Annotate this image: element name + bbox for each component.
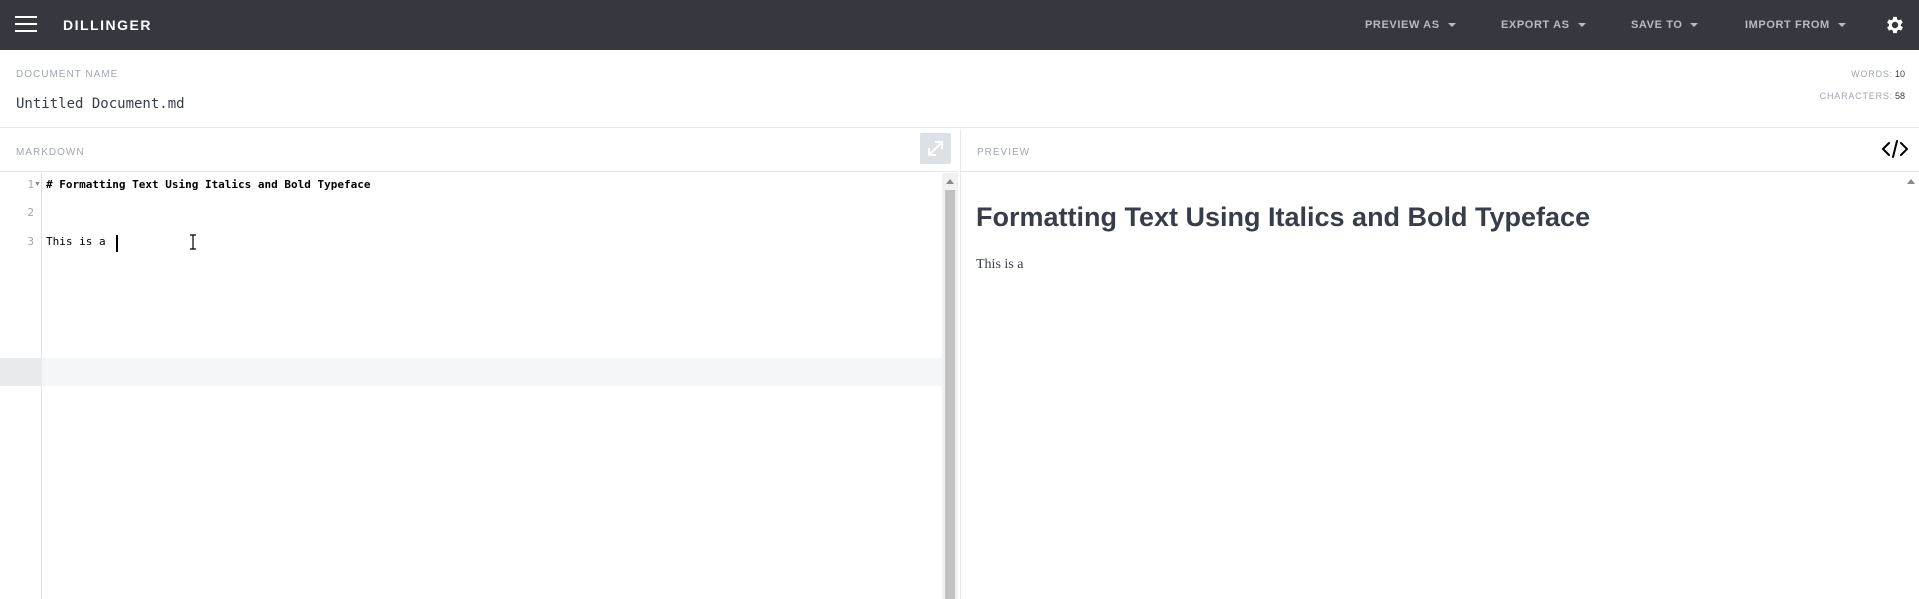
caret-down-icon: [1690, 23, 1699, 27]
export-as-menu[interactable]: EXPORT AS: [1501, 19, 1586, 31]
import-from-label: IMPORT FROM: [1745, 19, 1830, 31]
gear-icon[interactable]: [1884, 14, 1906, 36]
preview-paragraph: This is a: [976, 257, 1024, 272]
export-as-label: EXPORT AS: [1501, 19, 1570, 31]
scrollbar-thumb[interactable]: [945, 190, 955, 599]
editor-scrollbar[interactable]: [942, 173, 958, 599]
top-navbar: DILLINGER PREVIEW AS EXPORT AS SAVE TO I…: [0, 0, 1919, 50]
save-to-label: SAVE TO: [1631, 19, 1683, 31]
word-count: WORDS: 10: [1851, 69, 1905, 79]
line-number: 1: [27, 178, 34, 191]
text-cursor: [116, 235, 118, 252]
caret-down-icon: [1447, 23, 1456, 27]
brand-logo: DILLINGER: [63, 17, 152, 33]
words-value: 10: [1894, 69, 1905, 79]
preview-title: PREVIEW: [977, 147, 1031, 158]
words-label: WORDS:: [1851, 69, 1893, 79]
caret-down-icon: [1837, 23, 1846, 27]
editor-line[interactable]: # Formatting Text Using Italics and Bold…: [46, 178, 371, 191]
document-name-field[interactable]: Untitled Document.md: [16, 96, 185, 112]
line-number: 3: [27, 235, 34, 248]
scroll-up-icon[interactable]: [1907, 179, 1915, 184]
characters-label: CHARACTERS:: [1819, 91, 1893, 101]
caret-down-icon: [1577, 23, 1586, 27]
preview-as-label: PREVIEW AS: [1365, 19, 1440, 31]
character-count: CHARACTERS: 58: [1820, 91, 1905, 101]
preview-scrollbar[interactable]: [1903, 173, 1919, 599]
editor-line[interactable]: This is a: [46, 235, 112, 248]
characters-value: 58: [1894, 91, 1905, 101]
toggle-html-code-icon[interactable]: [1880, 137, 1910, 161]
preview-as-menu[interactable]: PREVIEW AS: [1365, 19, 1456, 31]
expand-editor-button[interactable]: [920, 133, 951, 164]
scroll-up-icon[interactable]: [946, 179, 954, 184]
preview-pane-header: [961, 129, 1919, 172]
fold-arrow-icon[interactable]: ▼: [34, 181, 41, 188]
active-line-highlight: [0, 358, 942, 386]
line-number: 2: [27, 206, 34, 219]
markdown-pane: MARKDOWN 1 ▼ 2 3 # Formatting Text Using…: [0, 129, 958, 599]
markdown-pane-header: [0, 129, 958, 172]
markdown-title: MARKDOWN: [16, 147, 85, 158]
expand-icon: [928, 141, 943, 156]
ibeam-cursor-icon: [190, 234, 196, 250]
hamburger-menu-icon[interactable]: [15, 16, 37, 34]
import-from-menu[interactable]: IMPORT FROM: [1745, 19, 1846, 31]
save-to-menu[interactable]: SAVE TO: [1631, 19, 1699, 31]
preview-heading: Formatting Text Using Italics and Bold T…: [976, 202, 1591, 232]
document-header: DOCUMENT NAME Untitled Document.md WORDS…: [0, 50, 1919, 128]
preview-pane: PREVIEW Formatting Text Using Italics an…: [960, 129, 1919, 599]
active-gutter-highlight: [0, 358, 42, 386]
document-name-label: DOCUMENT NAME: [16, 69, 119, 80]
